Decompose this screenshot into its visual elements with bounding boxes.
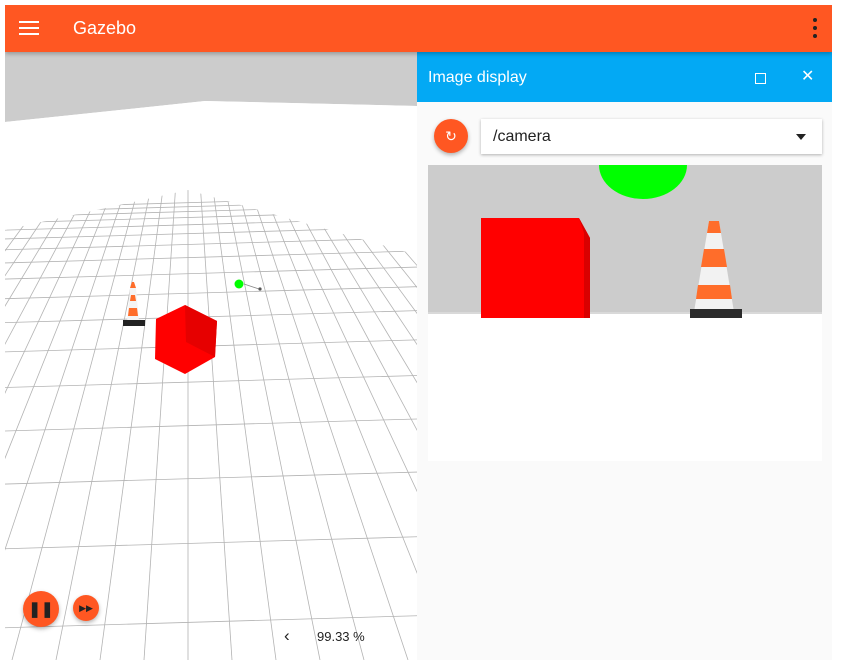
close-icon[interactable]: ✕ (801, 66, 814, 86)
more-vert-icon[interactable] (812, 17, 818, 39)
gazebo-window: Gazebo ❚❚ ▶▶ ‹ 99.33 % Image display ✕ ↻… (5, 5, 832, 660)
hamburger-menu-icon[interactable] (19, 19, 39, 37)
pause-button[interactable]: ❚❚ (23, 591, 59, 627)
refresh-topics-button[interactable]: ↻ (434, 119, 468, 153)
panel-header: Image display ✕ (417, 52, 832, 102)
caret-down-icon (796, 134, 806, 140)
red-box-image (481, 218, 590, 318)
image-display-panel: Image display ✕ ↻ /camera (417, 52, 832, 660)
app-toolbar: Gazebo (5, 5, 832, 52)
real-time-factor: 99.33 % (317, 629, 365, 644)
topic-select-value: /camera (493, 128, 551, 145)
chevron-left-icon[interactable]: ‹ (284, 626, 290, 646)
maximize-icon[interactable] (755, 73, 766, 84)
camera-image-canvas (428, 165, 822, 318)
refresh-icon: ↻ (445, 127, 457, 144)
3d-scene-view[interactable]: ❚❚ ▶▶ ‹ 99.33 % (5, 52, 418, 660)
app-title: Gazebo (73, 18, 137, 38)
pause-icon: ❚❚ (28, 601, 54, 618)
green-sphere-model[interactable] (234, 279, 244, 289)
step-button[interactable]: ▶▶ (73, 595, 99, 621)
topic-select[interactable]: /camera (481, 119, 822, 154)
camera-image (428, 165, 822, 461)
fast-forward-icon: ▶▶ (79, 602, 93, 613)
scene-canvas[interactable] (5, 52, 417, 660)
panel-title: Image display (428, 69, 527, 86)
ground-plane (5, 101, 417, 660)
